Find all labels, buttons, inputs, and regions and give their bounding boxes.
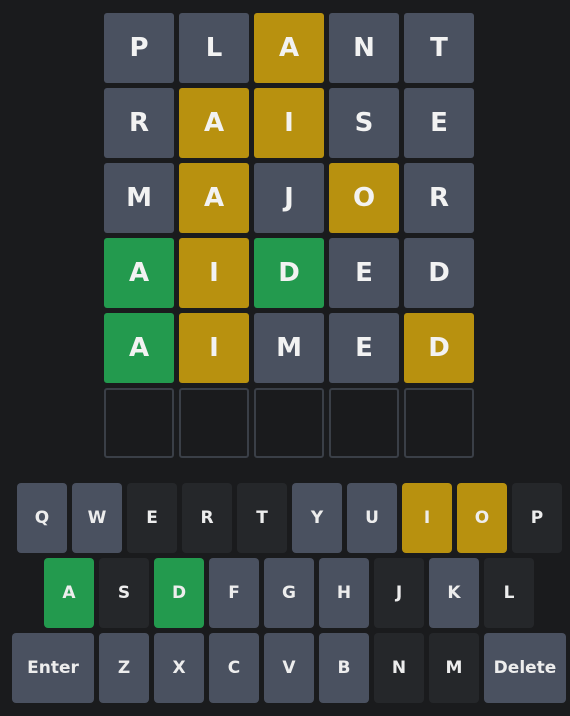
letter-tile: I	[254, 88, 324, 158]
empty-tile	[179, 388, 249, 458]
letter-tile: R	[404, 163, 474, 233]
key-d[interactable]: D	[154, 558, 204, 628]
key-e[interactable]: E	[127, 483, 177, 553]
letter-tile: D	[404, 238, 474, 308]
letter-tile: R	[104, 88, 174, 158]
key-z[interactable]: Z	[99, 633, 149, 703]
letter-tile: D	[254, 238, 324, 308]
keyboard-row-2: ASDFGHJKL	[44, 558, 539, 628]
key-r[interactable]: R	[182, 483, 232, 553]
delete-key[interactable]: Delete	[484, 633, 566, 703]
key-m[interactable]: M	[429, 633, 479, 703]
key-p[interactable]: P	[512, 483, 562, 553]
letter-tile: S	[329, 88, 399, 158]
letter-tile: M	[254, 313, 324, 383]
letter-tile: A	[104, 313, 174, 383]
letter-tile: I	[179, 313, 249, 383]
key-v[interactable]: V	[264, 633, 314, 703]
key-s[interactable]: S	[99, 558, 149, 628]
key-f[interactable]: F	[209, 558, 259, 628]
key-u[interactable]: U	[347, 483, 397, 553]
empty-tile	[329, 388, 399, 458]
key-x[interactable]: X	[154, 633, 204, 703]
key-l[interactable]: L	[484, 558, 534, 628]
letter-tile: N	[329, 13, 399, 83]
key-h[interactable]: H	[319, 558, 369, 628]
key-a[interactable]: A	[44, 558, 94, 628]
letter-tile: E	[404, 88, 474, 158]
letter-tile: O	[329, 163, 399, 233]
letter-tile: D	[404, 313, 474, 383]
letter-tile: A	[104, 238, 174, 308]
letter-tile: A	[179, 163, 249, 233]
letter-tile: M	[104, 163, 174, 233]
game-board: PLANTRAISEMAJORAIDEDAIMED	[104, 13, 474, 458]
key-q[interactable]: Q	[17, 483, 67, 553]
letter-tile: P	[104, 13, 174, 83]
key-n[interactable]: N	[374, 633, 424, 703]
key-o[interactable]: O	[457, 483, 507, 553]
letter-tile: A	[179, 88, 249, 158]
enter-key[interactable]: Enter	[12, 633, 94, 703]
letter-tile: A	[254, 13, 324, 83]
key-k[interactable]: K	[429, 558, 479, 628]
letter-tile: J	[254, 163, 324, 233]
letter-tile: I	[179, 238, 249, 308]
letter-tile: E	[329, 238, 399, 308]
key-w[interactable]: W	[72, 483, 122, 553]
key-i[interactable]: I	[402, 483, 452, 553]
keyboard-row-1: QWERTYUIOP	[17, 483, 567, 553]
keyboard-row-3: Enter Z X C V B N M Delete	[12, 633, 570, 703]
key-g[interactable]: G	[264, 558, 314, 628]
key-y[interactable]: Y	[292, 483, 342, 553]
empty-tile	[254, 388, 324, 458]
empty-tile	[104, 388, 174, 458]
key-b[interactable]: B	[319, 633, 369, 703]
key-t[interactable]: T	[237, 483, 287, 553]
letter-tile: T	[404, 13, 474, 83]
letter-tile: E	[329, 313, 399, 383]
letter-tile: L	[179, 13, 249, 83]
empty-tile	[404, 388, 474, 458]
key-j[interactable]: J	[374, 558, 424, 628]
key-c[interactable]: C	[209, 633, 259, 703]
